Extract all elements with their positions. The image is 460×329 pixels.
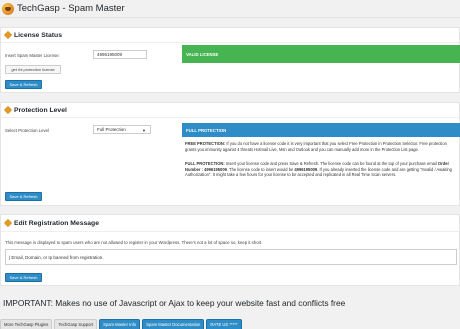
registration-message-panel: Edit Registration Message This message i… [0, 214, 460, 286]
free-protection-info: FREE PROTECTION: If you do not have a li… [185, 141, 447, 152]
license-save-button[interactable]: Save & Refresh [5, 80, 42, 89]
pin-icon [3, 105, 13, 115]
protection-level-panel: Protection Level Select Protection Level… [0, 102, 460, 206]
license-status-heading: License Status [1, 28, 459, 43]
pin-icon [3, 30, 13, 40]
protection-save-button[interactable]: Save & Refresh [5, 192, 42, 201]
protection-level-heading: Protection Level [1, 103, 459, 118]
tab-spam-master-documentation[interactable]: Spam Master Documentation [142, 319, 205, 329]
license-field-label: Insert Spam Master License: [5, 53, 60, 58]
pin-icon [3, 218, 13, 228]
registration-description: This message is displayed to spam users … [5, 240, 263, 245]
tab-spam-master-info[interactable]: Spam Master Info [99, 319, 141, 329]
protection-status-badge: FULL PROTECTION [182, 123, 460, 137]
protection-field-label: Select Protection Level [5, 128, 49, 133]
license-status-panel: License Status Insert Spam Master Licens… [0, 27, 460, 93]
license-input[interactable]: 4996195009 [93, 50, 147, 59]
registration-message-heading: Edit Registration Message [1, 215, 459, 232]
full-protection-info: FULL PROTECTION: Insert your license cod… [185, 161, 452, 178]
protection-select[interactable]: Full Protection ▼ [93, 125, 151, 134]
page-title: TechGasp - Spam Master [17, 3, 125, 14]
important-note: IMPORTANT: Makes no use of Javascript or… [3, 298, 346, 308]
get-license-button[interactable]: get rbl protection license [5, 65, 61, 74]
techgasp-logo-icon [2, 2, 14, 15]
bottom-tabs: More TechGasp Plugins TechGasp Support S… [0, 317, 244, 329]
tab-techgasp-support[interactable]: TechGasp Support [54, 319, 98, 329]
tab-rate-us[interactable]: RATE US ***** [206, 319, 242, 329]
registration-save-button[interactable]: Save & Refresh [5, 273, 42, 282]
tab-more-plugins[interactable]: More TechGasp Plugins [0, 319, 53, 329]
license-status-badge: VALID LICENSE [182, 45, 460, 63]
chevron-down-icon: ▼ [142, 128, 146, 133]
page-header: TechGasp - Spam Master [0, 0, 460, 18]
registration-message-input[interactable]: | Email, Domain, or Ip banned from regis… [5, 249, 457, 265]
